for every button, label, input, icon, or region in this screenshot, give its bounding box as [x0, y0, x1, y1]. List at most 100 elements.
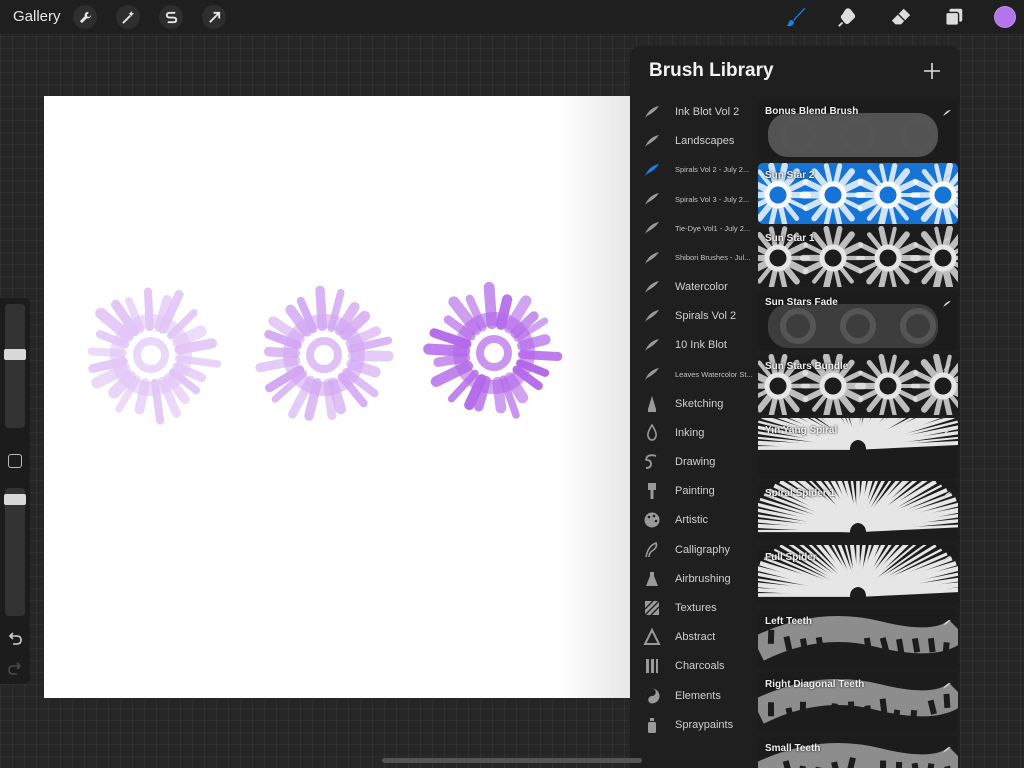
home-indicator[interactable] — [382, 758, 642, 763]
brush-card[interactable]: Left Teeth — [758, 608, 958, 670]
sun-star-stroke-2 — [255, 285, 394, 421]
brush-set-label: Spirals Vol 2 — [675, 309, 737, 322]
brush-name: Sun Stars Bundle — [765, 360, 849, 372]
brush-set-label: Calligraphy — [675, 543, 731, 556]
color-swatch-button[interactable] — [994, 6, 1016, 28]
brush-set-item[interactable]: 10 Ink Blot — [630, 331, 758, 360]
feather-icon — [643, 103, 661, 121]
brush-set-label: Charcoals — [675, 660, 725, 673]
feather-icon — [643, 365, 661, 383]
add-brush-set-button[interactable] — [922, 61, 942, 81]
undo-arrow-icon — [8, 632, 22, 645]
layers-button[interactable] — [941, 4, 967, 30]
adjustments-button[interactable] — [116, 5, 140, 29]
brush-name: Bonus Blend Brush — [765, 106, 859, 117]
brush-set-label: Inking — [675, 426, 705, 439]
brush-card[interactable]: Sun Star 1 — [758, 226, 958, 288]
texture-icon — [643, 599, 661, 617]
brush-set-item[interactable]: Spirals Vol 2 - July 2... — [630, 155, 758, 184]
transform-button[interactable] — [202, 5, 226, 29]
brush-set-item[interactable]: Airbrushing — [630, 564, 758, 593]
feather-icon — [643, 190, 661, 208]
brush-card[interactable]: Small Teeth — [758, 736, 958, 768]
brush-set-item[interactable]: Textures — [630, 593, 758, 622]
brush-card[interactable]: Bonus Blend Brush — [758, 99, 958, 160]
brush-card[interactable]: Sun Stars Fade — [758, 290, 958, 352]
brush-name: Sun Star 2 — [765, 169, 815, 181]
charcoal-icon — [643, 657, 661, 675]
brush-set-item[interactable]: Calligraphy — [630, 535, 758, 564]
brush-set-label: Painting — [675, 485, 715, 498]
smudge-tool-button[interactable] — [835, 4, 861, 30]
pencil-tip-icon — [643, 395, 661, 413]
spray-can-icon — [643, 716, 661, 734]
brush-library-panel: Brush Library Ink Blot Vol 2 Landscapes Sp… — [630, 46, 960, 768]
redo-button[interactable] — [6, 660, 24, 678]
feather-icon — [942, 169, 952, 181]
selection-s-icon — [165, 11, 177, 23]
brush-set-label: Spraypaints — [675, 718, 734, 731]
brush-set-item[interactable]: Charcoals — [630, 652, 758, 681]
brush-tool-button[interactable] — [783, 4, 809, 30]
brush-set-item[interactable]: Elements — [630, 681, 758, 710]
brush-set-item[interactable]: Artistic — [630, 506, 758, 535]
gallery-button[interactable]: Gallery — [13, 8, 61, 25]
brush-set-item[interactable]: Sketching — [630, 389, 758, 418]
drawing-canvas[interactable] — [44, 96, 630, 698]
feather-icon — [643, 249, 661, 267]
brush-set-item[interactable]: Spraypaints — [630, 710, 758, 739]
brush-set-item[interactable]: Spirals Vol 3 - July 2... — [630, 185, 758, 214]
feather-icon — [942, 360, 952, 372]
brush-name: Sun Stars Fade — [765, 297, 838, 309]
brush-set-item[interactable]: Leaves Watercolor St... — [630, 360, 758, 389]
brush-card[interactable]: Sun Stars Bundle — [758, 353, 958, 415]
calligraphy-icon — [643, 541, 661, 559]
brush-list: Bonus Blend Brush Sun Star 2 Sun Star 1 Sun… — [758, 99, 958, 768]
modify-button[interactable] — [8, 454, 22, 468]
paintbrush-icon — [643, 482, 661, 500]
brush-set-item[interactable]: Tie-Dye Vol1 - July 2... — [630, 214, 758, 243]
sun-star-stroke-3 — [423, 281, 563, 419]
feather-icon — [942, 742, 952, 754]
brush-set-label: Shibori Brushes - Jul... — [675, 253, 751, 262]
plus-icon — [924, 63, 940, 79]
brush-set-item[interactable]: Spirals Vol 2 — [630, 301, 758, 330]
brush-set-item[interactable]: Ink Blot Vol 2 — [630, 97, 758, 126]
brush-set-label: Spirals Vol 2 - July 2... — [675, 165, 750, 175]
feather-icon — [942, 232, 952, 244]
brush-set-label: Textures — [675, 601, 717, 614]
redo-arrow-icon — [8, 662, 22, 675]
smudge-icon — [838, 8, 856, 27]
selection-button[interactable] — [159, 5, 183, 29]
brush-card[interactable]: Full Spider — [758, 544, 958, 606]
brush-set-list: Ink Blot Vol 2 Landscapes Spirals Vol 2 - … — [630, 97, 758, 768]
brush-set-item[interactable]: Shibori Brushes - Jul... — [630, 243, 758, 272]
brush-card[interactable]: Sun Star 2 — [758, 162, 958, 224]
brush-set-label: Airbrushing — [675, 572, 731, 585]
brush-set-item[interactable]: Drawing — [630, 447, 758, 476]
feather-icon — [942, 487, 952, 499]
feather-icon — [942, 296, 952, 308]
brush-card[interactable]: Right Diagonal Teeth — [758, 672, 958, 734]
brush-set-item[interactable]: Inking — [630, 418, 758, 447]
brush-card[interactable]: Spiral Spider 1 — [758, 481, 958, 543]
brush-size-thumb[interactable] — [4, 349, 26, 360]
palette-icon — [643, 511, 661, 529]
undo-button[interactable] — [6, 630, 24, 648]
brush-set-item[interactable]: Watercolor — [630, 272, 758, 301]
brush-set-item[interactable]: Painting — [630, 477, 758, 506]
brush-set-item[interactable]: Abstract — [630, 623, 758, 652]
ink-drop-icon — [643, 423, 661, 442]
opacity-slider[interactable] — [4, 488, 26, 616]
brush-set-item[interactable]: Landscapes — [630, 126, 758, 155]
brush-size-slider[interactable] — [4, 304, 26, 428]
eraser-icon — [891, 8, 911, 25]
actions-button[interactable] — [73, 5, 97, 29]
eraser-tool-button[interactable] — [888, 4, 914, 30]
feather-icon — [643, 278, 661, 296]
opacity-thumb[interactable] — [4, 494, 26, 505]
brush-card[interactable]: Yin Yang Spiral — [758, 417, 958, 479]
layers-icon — [945, 8, 963, 26]
brush-set-label: Artistic — [675, 514, 708, 527]
brush-set-label: Drawing — [675, 455, 716, 468]
